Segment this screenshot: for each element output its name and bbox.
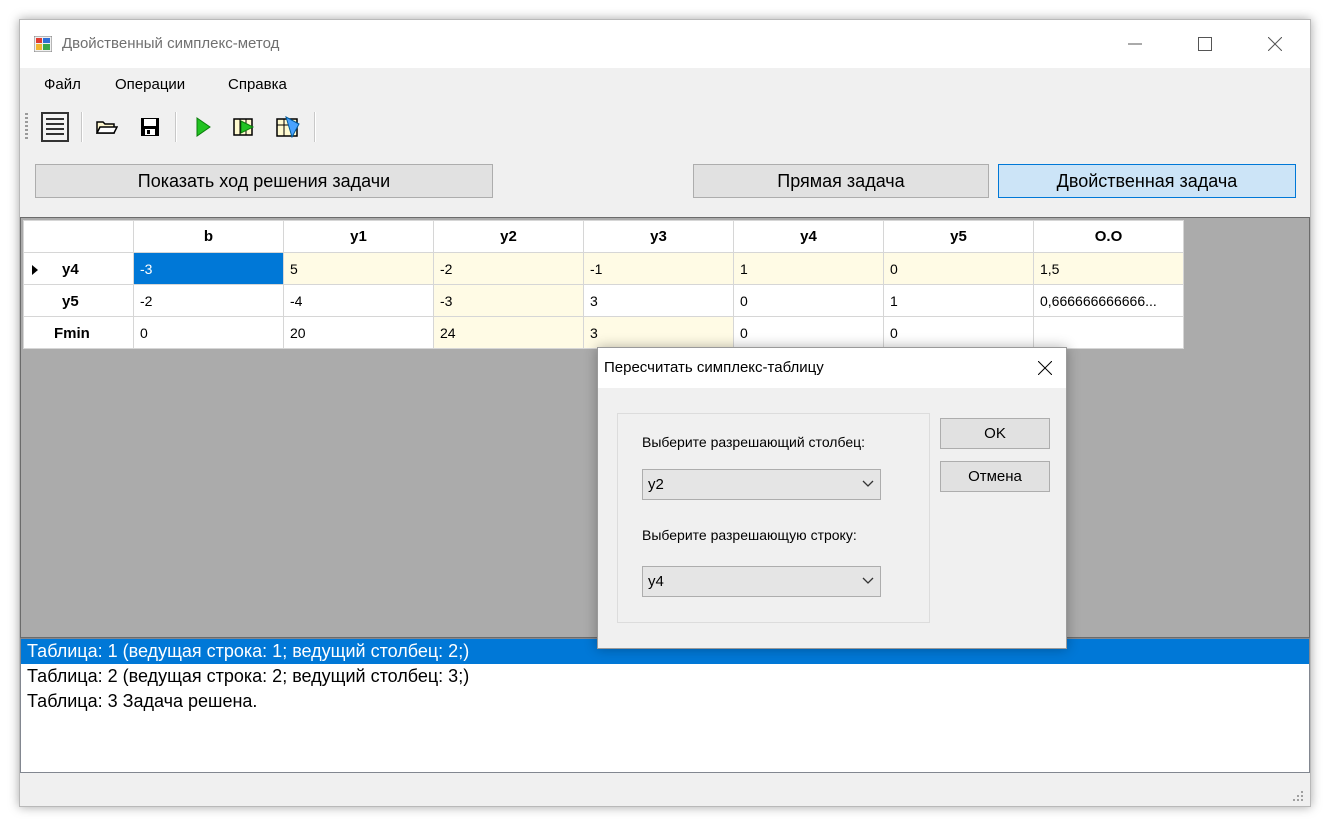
- menu-file[interactable]: Файл: [44, 76, 81, 93]
- row-select[interactable]: y4: [642, 566, 881, 597]
- chevron-down-icon: [862, 480, 874, 487]
- status-bar: [20, 773, 1310, 806]
- cancel-button[interactable]: Отмена: [940, 461, 1050, 492]
- table-cell[interactable]: 3: [583, 316, 734, 349]
- table-cell[interactable]: 0: [733, 284, 884, 317]
- column-header[interactable]: y5: [883, 220, 1034, 253]
- column-select-value: y2: [648, 476, 664, 493]
- table-cell[interactable]: 3: [583, 284, 734, 317]
- table-cell[interactable]: 0: [883, 252, 1034, 285]
- table-cell[interactable]: -2: [133, 284, 284, 317]
- dialog-title-bar[interactable]: Пересчитать симплекс-таблицу: [598, 348, 1066, 388]
- table-cell[interactable]: -4: [283, 284, 434, 317]
- minimize-button[interactable]: [1100, 20, 1170, 68]
- column-header[interactable]: y1: [283, 220, 434, 253]
- primal-problem-button[interactable]: Прямая задача: [693, 164, 989, 198]
- simplex-table: b y1 y2 y3 y4 y5 O.O y4 -3 5 -2 -1 1 0 1…: [23, 220, 1184, 349]
- selection-groupbox: Выберите разрешающий столбец: y2 Выберит…: [617, 413, 930, 623]
- recalculate-dialog: Пересчитать симплекс-таблицу Выберите ра…: [597, 347, 1067, 649]
- column-select-label: Выберите разрешающий столбец:: [642, 434, 866, 450]
- toolbar-grip[interactable]: [25, 113, 28, 141]
- table-cell[interactable]: 0: [883, 316, 1034, 349]
- save-icon[interactable]: [137, 114, 163, 140]
- table-cell[interactable]: -1: [583, 252, 734, 285]
- row-header[interactable]: Fmin: [23, 316, 134, 349]
- close-button[interactable]: [1240, 20, 1310, 68]
- column-select[interactable]: y2: [642, 469, 881, 500]
- dual-problem-button[interactable]: Двойственная задача: [998, 164, 1296, 198]
- maximize-button[interactable]: [1170, 20, 1240, 68]
- table-cell[interactable]: -3: [133, 252, 284, 285]
- table-cell[interactable]: 0,666666666666...: [1033, 284, 1184, 317]
- row-select-value: y4: [648, 573, 664, 590]
- table-cell[interactable]: -3: [433, 284, 584, 317]
- table-row[interactable]: y5 -2 -4 -3 3 0 1 0,666666666666...: [23, 284, 1184, 317]
- column-header[interactable]: O.O: [1033, 220, 1184, 253]
- row-label: y5: [62, 293, 79, 310]
- table-cell[interactable]: 1: [883, 284, 1034, 317]
- corner-header-cell[interactable]: [23, 220, 134, 253]
- table-cell[interactable]: 1,5: [1033, 252, 1184, 285]
- menu-help[interactable]: Справка: [228, 76, 287, 93]
- table-cell[interactable]: 1: [733, 252, 884, 285]
- app-icon: [33, 35, 53, 53]
- row-header[interactable]: y5: [23, 284, 134, 317]
- row-select-label: Выберите разрешающую строку:: [642, 527, 857, 543]
- column-header[interactable]: y2: [433, 220, 584, 253]
- auto-solve-icon[interactable]: [275, 114, 301, 140]
- table-cell[interactable]: [1033, 316, 1184, 349]
- column-header[interactable]: y4: [733, 220, 884, 253]
- column-header[interactable]: b: [133, 220, 284, 253]
- table-row[interactable]: y4 -3 5 -2 -1 1 0 1,5: [23, 252, 1184, 285]
- row-label: Fmin: [54, 325, 90, 342]
- new-table-icon[interactable]: [40, 111, 70, 143]
- run-icon[interactable]: [190, 114, 216, 140]
- menu-operations[interactable]: Операции: [115, 76, 185, 93]
- table-row[interactable]: Fmin 0 20 24 3 0 0: [23, 316, 1184, 349]
- list-item[interactable]: Таблица: 2 (ведущая строка: 2; ведущий с…: [21, 664, 1309, 689]
- list-item[interactable]: Таблица: 3 Задача решена.: [21, 689, 1309, 714]
- menu-bar: Файл Операции Справка: [20, 68, 1310, 104]
- open-folder-icon[interactable]: [94, 114, 120, 140]
- table-cell[interactable]: -2: [433, 252, 584, 285]
- table-cell[interactable]: 24: [433, 316, 584, 349]
- ok-button[interactable]: OK: [940, 418, 1050, 449]
- table-cell[interactable]: 0: [133, 316, 284, 349]
- solution-log-list[interactable]: Таблица: 1 (ведущая строка: 1; ведущий с…: [20, 638, 1310, 773]
- row-header[interactable]: y4: [23, 252, 134, 285]
- toolbar: [20, 104, 1310, 150]
- table-cell[interactable]: 20: [283, 316, 434, 349]
- table-cell[interactable]: 0: [733, 316, 884, 349]
- title-bar[interactable]: Двойственный симплекс-метод: [20, 20, 1310, 68]
- chevron-down-icon: [862, 577, 874, 584]
- table-cell[interactable]: 5: [283, 252, 434, 285]
- show-solution-progress-button[interactable]: Показать ход решения задачи: [35, 164, 493, 198]
- dialog-title: Пересчитать симплекс-таблицу: [604, 359, 824, 376]
- dialog-close-icon[interactable]: [1034, 357, 1056, 379]
- window-title: Двойственный симплекс-метод: [62, 35, 280, 52]
- row-label: y4: [62, 261, 79, 278]
- step-icon[interactable]: [232, 114, 258, 140]
- current-row-arrow-icon: [31, 263, 39, 280]
- resize-grip-icon[interactable]: [1290, 788, 1304, 802]
- column-header[interactable]: y3: [583, 220, 734, 253]
